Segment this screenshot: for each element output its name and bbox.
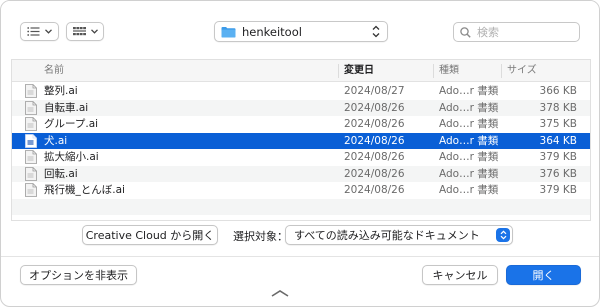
file-name: 飛行機_とんぼ.ai [44,184,125,196]
file-date: 2024/08/26 [344,134,405,147]
file-date: 2024/08/26 [344,167,405,180]
ai-file-icon [25,100,37,115]
file-row[interactable]: 飛行機_とんぼ.ai 2024/08/26 Ado…r 書類 379 KB [12,182,590,199]
file-kind: Ado…r 書類 [439,85,499,97]
search-icon [460,26,471,38]
open-button[interactable]: 開く [506,265,581,285]
file-filter-value: すべての読み込み可能なドキュメント [294,229,480,242]
ai-file-icon [25,150,37,164]
folder-icon [221,26,236,37]
updown-chevron-icon [496,228,510,242]
empty-list-row [12,198,590,215]
file-size: 376 KB [539,167,577,180]
file-size: 379 KB [539,184,577,196]
list-header: 名前 変更日 種類 サイズ [12,60,590,82]
file-kind: Ado…r 書類 [439,118,499,130]
view-mode-button[interactable] [20,22,59,41]
toolbar: henkeitool [1,1,599,57]
file-kind: Ado…r 書類 [439,167,499,180]
ai-file-icon [25,84,37,98]
file-row[interactable]: 犬.ai 2024/08/26 Ado…r 書類 364 KB [12,132,590,149]
updown-chevron-icon [372,25,380,38]
file-name: 回転.ai [44,167,78,180]
search-input[interactable] [477,25,577,39]
file-size: 366 KB [539,85,577,97]
chevron-down-icon [90,29,98,34]
file-name: グループ.ai [44,118,99,130]
file-filter-label: 選択対象： [233,230,288,243]
location-label: henkeitool [242,24,302,39]
file-date: 2024/08/26 [344,101,405,114]
file-kind: Ado…r 書類 [439,151,499,163]
file-size: 375 KB [539,118,577,130]
file-row[interactable]: 回転.ai 2024/08/26 Ado…r 書類 376 KB [12,165,590,182]
file-kind: Ado…r 書類 [439,184,499,196]
ai-file-icon [25,183,37,197]
chevron-up-icon[interactable] [271,290,289,297]
file-date: 2024/08/26 [344,151,405,163]
hide-options-button[interactable]: オプションを非表示 [20,265,137,285]
column-header-name[interactable]: 名前 [38,60,338,82]
footer-divider [1,256,599,257]
column-header-size[interactable]: サイズ [501,60,590,82]
file-list[interactable]: 名前 変更日 種類 サイズ 整列.ai 2024/08/27 Ado…r 書類 … [11,59,591,221]
cancel-button[interactable]: キャンセル [422,265,498,285]
file-size: 364 KB [539,134,577,147]
ai-file-icon [25,166,37,181]
file-name: 整列.ai [44,85,78,97]
file-size: 379 KB [539,151,577,163]
list-view-icon [27,27,40,36]
file-row[interactable]: 自転車.ai 2024/08/26 Ado…r 書類 378 KB [12,99,590,116]
search-field[interactable] [453,22,580,42]
file-name: 犬.ai [44,134,68,147]
file-row[interactable]: 整列.ai 2024/08/27 Ado…r 書類 366 KB [12,83,590,100]
file-kind: Ado…r 書類 [439,134,499,147]
column-header-kind[interactable]: 種類 [433,60,501,82]
chevron-down-icon [45,29,52,34]
file-date: 2024/08/26 [344,118,405,130]
file-name: 自転車.ai [44,101,89,114]
file-kind: Ado…r 書類 [439,101,499,114]
group-mode-button[interactable] [66,22,104,41]
file-date: 2024/08/26 [344,184,405,196]
ai-file-icon [25,133,37,148]
file-filter-select[interactable]: すべての読み込み可能なドキュメント [285,225,513,245]
file-size: 378 KB [539,101,577,114]
open-from-creative-cloud-button[interactable]: Creative Cloud から開く [82,225,218,245]
file-row[interactable]: 拡大縮小.ai 2024/08/26 Ado…r 書類 379 KB [12,149,590,166]
location-popup[interactable]: henkeitool [214,21,388,42]
file-row[interactable]: グループ.ai 2024/08/26 Ado…r 書類 375 KB [12,116,590,133]
ai-file-icon [25,117,37,131]
file-rows: 整列.ai 2024/08/27 Ado…r 書類 366 KB 自転車.ai … [12,83,590,215]
file-date: 2024/08/27 [344,85,405,97]
column-header-date[interactable]: 変更日 [338,60,433,82]
grid-view-icon [72,27,86,36]
open-file-dialog: henkeitool 名前 変更日 種類 サイズ [0,0,600,307]
file-name: 拡大縮小.ai [44,151,99,163]
